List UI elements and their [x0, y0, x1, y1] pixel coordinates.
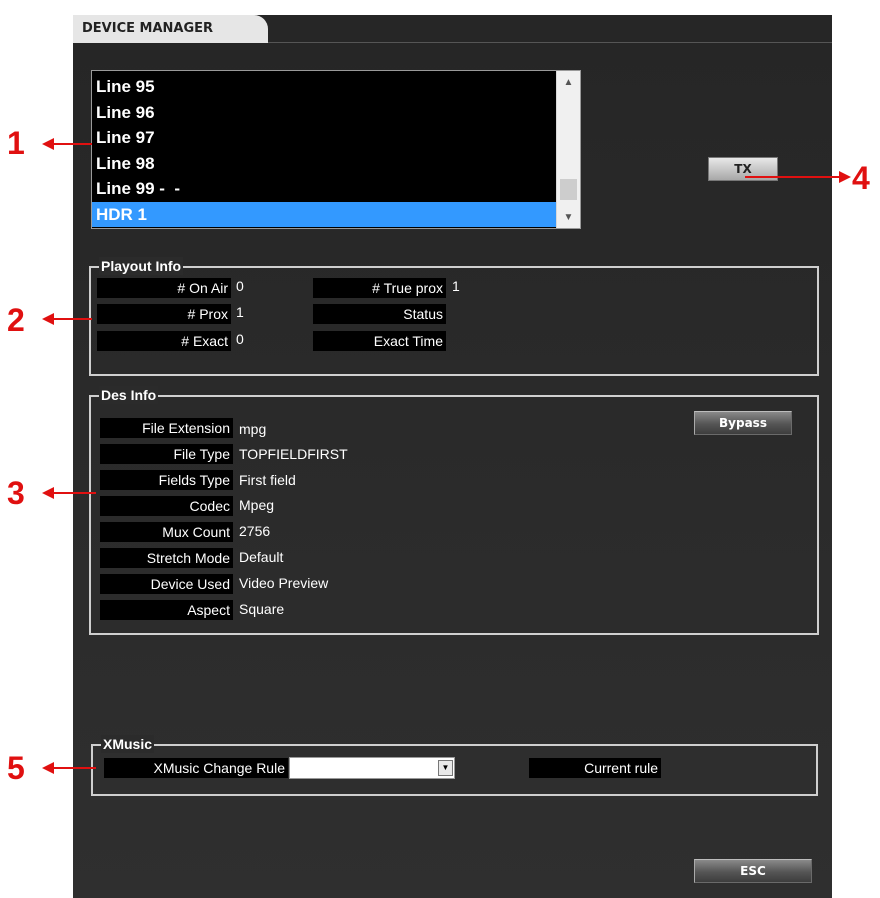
codec-value: Mpeg	[239, 497, 275, 513]
callout-3-line	[52, 492, 96, 494]
true-prox-value: 1	[452, 278, 460, 294]
chevron-down-icon[interactable]: ▼	[438, 760, 453, 776]
aspect-value: Square	[239, 601, 285, 617]
mux-count-label: Mux Count	[100, 522, 233, 542]
scroll-down-icon[interactable]: ▼	[557, 208, 580, 228]
callout-5: 5	[7, 750, 25, 786]
file-type-value: TOPFIELDFIRST	[239, 446, 348, 462]
callout-2-line	[52, 318, 92, 320]
file-extension-label: File Extension	[100, 418, 233, 438]
exact-value: 0	[236, 331, 244, 347]
status-label: Status	[313, 304, 446, 324]
callout-4-arrow-icon	[839, 171, 851, 183]
exact-label: # Exact	[97, 331, 231, 351]
exact-time-label: Exact Time	[313, 331, 446, 351]
bypass-button[interactable]: Bypass	[694, 411, 792, 435]
device-used-label: Device Used	[100, 574, 233, 594]
window-title-tab: DEVICE MANAGER	[73, 15, 268, 43]
stretch-mode-label: Stretch Mode	[100, 548, 233, 568]
prox-value: 1	[236, 304, 244, 320]
true-prox-label: # True prox	[313, 278, 446, 298]
device-used-value: Video Preview	[239, 575, 329, 591]
aspect-label: Aspect	[100, 600, 233, 620]
current-rule-label: Current rule	[529, 758, 661, 778]
esc-button[interactable]: ESC	[694, 859, 812, 883]
scroll-up-icon[interactable]: ▲	[557, 73, 580, 93]
on-air-value: 0	[236, 278, 244, 294]
file-type-label: File Type	[100, 444, 233, 464]
fields-type-label: Fields Type	[100, 470, 233, 490]
line-list-items: Line 95 Line 96 Line 97 Line 98 Line 99 …	[92, 74, 556, 227]
fields-type-value: First field	[239, 472, 296, 488]
file-extension-value: mpg	[239, 421, 267, 437]
xmusic-change-rule-select[interactable]: ▼	[289, 757, 455, 779]
mux-count-value: 2756	[239, 523, 271, 539]
codec-label: Codec	[100, 496, 233, 516]
xmusic-title: XMusic	[101, 735, 155, 753]
callout-5-line	[52, 767, 96, 769]
callout-1: 1	[7, 125, 25, 161]
playout-info-title: Playout Info	[99, 257, 184, 275]
callout-1-line	[52, 143, 92, 145]
callout-3: 3	[7, 475, 25, 511]
list-item[interactable]: Line 95	[92, 74, 556, 100]
line-listbox[interactable]: Line 95 Line 96 Line 97 Line 98 Line 99 …	[91, 70, 581, 229]
on-air-label: # On Air	[97, 278, 231, 298]
callout-4: 4	[852, 160, 870, 196]
scroll-thumb[interactable]	[560, 179, 577, 200]
callout-2: 2	[7, 302, 25, 338]
prox-label: # Prox	[97, 304, 231, 324]
list-scrollbar[interactable]: ▲ ▼	[556, 71, 580, 228]
list-item[interactable]: Line 96	[92, 100, 556, 126]
callout-4-line	[745, 176, 841, 178]
tab-divider	[268, 42, 832, 43]
des-info-title: Des Info	[99, 386, 159, 404]
list-item[interactable]: Line 99 - -	[92, 176, 556, 202]
list-item[interactable]: Line 97	[92, 125, 556, 151]
stretch-mode-value: Default	[239, 549, 284, 565]
list-item-selected[interactable]: HDR 1	[92, 201, 556, 227]
xmusic-change-rule-label: XMusic Change Rule	[104, 758, 288, 778]
list-item[interactable]: Line 98	[92, 151, 556, 177]
